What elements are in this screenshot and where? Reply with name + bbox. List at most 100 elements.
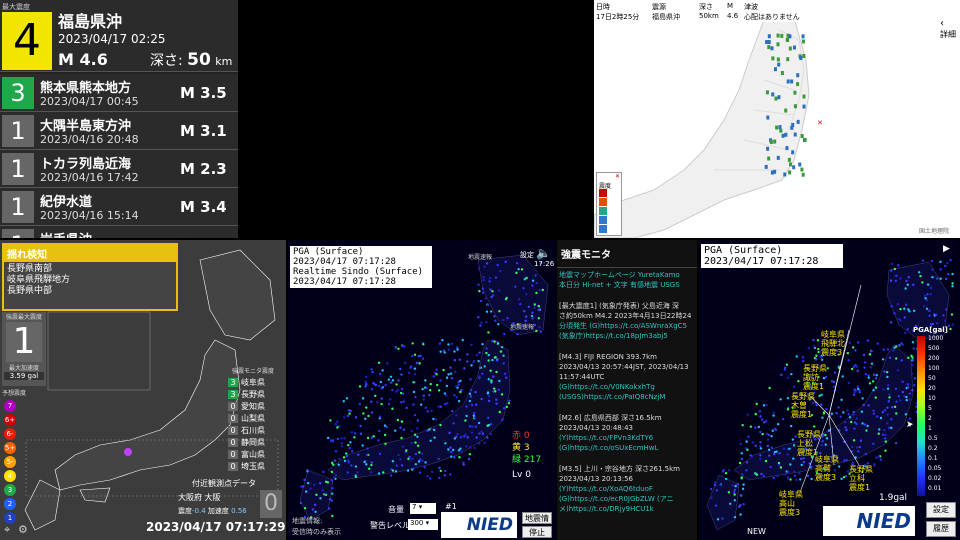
station-dot (531, 284, 534, 287)
station-dot (768, 386, 771, 390)
station-dot (421, 357, 425, 360)
station-dot (340, 437, 343, 440)
station-dot (944, 277, 948, 281)
intensity-marker (767, 34, 771, 39)
station-dot (483, 441, 486, 444)
warning-level-select[interactable]: 300 ▾ (408, 519, 438, 530)
station-dot (747, 435, 750, 438)
station-dot (429, 382, 432, 386)
quake-row[interactable]: 1 紀伊水道 2023/04/16 15:14 M 3.4 (0, 188, 238, 226)
settings-link[interactable]: 設定 (520, 250, 534, 260)
station-dot (486, 424, 489, 427)
detection-title: 揺れ検知 (4, 245, 176, 262)
station-dot (759, 447, 763, 450)
tweet-link[interactable]: (気象庁)https://t.co/18pJm3abj5 (559, 331, 695, 341)
chevron-down-icon: ▾ (418, 503, 423, 511)
station-dot (947, 324, 951, 327)
quake-row[interactable]: 1 トカラ列島近海 2023/04/16 17:42 M 2.3 (0, 150, 238, 188)
station-dot (365, 463, 368, 466)
history-button[interactable]: 履歴 (926, 521, 956, 537)
station-dot (931, 268, 934, 271)
kyoshin-monitor-panel: PGA (Surface) 2023/04/17 07:17:28 Realti… (288, 240, 556, 540)
station-dot (421, 459, 424, 462)
station-dot (801, 359, 805, 363)
stop-button[interactable]: 停止 (522, 526, 552, 538)
station-dot (894, 279, 898, 283)
tweet-link[interactable]: (G)https://t.co/V0NKokxhTg (559, 382, 695, 392)
tweet-link[interactable]: 地震マップホームページ YuretaKamo (559, 270, 695, 280)
quake-row[interactable]: 1 大隅半島東方沖 2023/04/16 20:48 M 3.1 (0, 112, 238, 150)
station-dot (336, 426, 339, 429)
tweet-feed-panel: 強震モニタ 地震マップホームページ YuretaKamo 本日分 Hi-net +… (557, 240, 697, 540)
pga-title-right: PGA (Surface) (704, 245, 783, 256)
tweet-link[interactable]: (Y)https://t.co/XoAQ6tduoF (559, 484, 695, 494)
station-dot (437, 405, 440, 408)
latest-quake-card[interactable]: 最大震度 4 福島県沖 2023/04/17 02:25 M 4.6 深さ: 5… (0, 0, 238, 72)
station-dot (457, 383, 460, 387)
tweet-link[interactable]: (G)https://t.co/ecR0JGbZLW (アニ (559, 494, 695, 504)
max-int-value: 1 (6, 322, 42, 362)
station-dot (340, 445, 344, 448)
intensity-marker (775, 125, 779, 130)
station-dot (790, 372, 793, 376)
station-dot (424, 379, 427, 382)
tweet-text: [M3.5] 上川・宗谷地方 深さ261.5km (559, 464, 680, 473)
gear-icon[interactable]: ⚙ (18, 523, 28, 536)
station-dot (482, 275, 485, 279)
station-label: 岐阜県 飛騨北 震度3 (821, 330, 845, 357)
tweet-link[interactable]: 本日分 Hi-net + 文字 有感地震 USGS (559, 280, 695, 290)
tweet-link[interactable]: (USGS)https://t.co/PaIQ8cNzjM (559, 392, 695, 402)
max-acc-label: 最大加速度 (8, 365, 39, 372)
station-dot (895, 412, 898, 415)
station-dot (485, 310, 489, 313)
station-dot (354, 474, 357, 477)
quake-row[interactable]: 1 岩手県沖 (0, 226, 238, 238)
volume-select[interactable]: 7 ▾ (410, 503, 436, 514)
station-dot (437, 476, 441, 480)
monitor-label: 強震モニタ震度 (232, 368, 275, 375)
legend-swatch (599, 225, 607, 233)
station-dot (399, 391, 403, 395)
station-dot (944, 264, 947, 268)
target-icon[interactable]: ⌖ (4, 523, 10, 537)
tweet-link[interactable]: (Y)https://t.co/FPVn3KdTY6 (559, 433, 695, 443)
scale-chip: 7 (4, 400, 16, 412)
station-dot (469, 445, 472, 449)
speaker-icon[interactable]: 🔈 (536, 246, 551, 260)
tweet-link[interactable]: 分頃発生 (G)https://t.co/ASWnraXgC5 (559, 321, 695, 331)
station-dot (810, 465, 813, 468)
intensity-marker (780, 70, 784, 75)
station-dot (851, 346, 855, 349)
station-dot (478, 432, 481, 435)
station-dot (874, 396, 877, 399)
footer-display-note: 受信時のみ表示 (292, 528, 341, 536)
station-dot (884, 449, 887, 452)
play-icon[interactable]: ▶ (943, 244, 950, 254)
pref-row: 0 愛知県 (228, 401, 265, 413)
quake-row[interactable]: 3 熊本県熊本地方 2023/04/17 00:45 M 3.5 (0, 74, 238, 112)
pga-scale-tick: 0.2 (928, 445, 938, 452)
station-label: 長野県 立科 震度1 (849, 465, 873, 492)
pref-intensity: 0 (228, 426, 238, 435)
nied-text: NIED (466, 515, 513, 535)
station-dot (772, 411, 775, 415)
station-dot (470, 364, 473, 367)
val-mag: 4.6 (727, 12, 739, 20)
station-dot (879, 458, 882, 461)
station-dot (895, 274, 898, 278)
map-credit: 国土地理院 (919, 227, 949, 235)
detail-button[interactable]: ‹ 詳細 (940, 18, 960, 48)
station-dot (376, 401, 379, 404)
settings-button[interactable]: 設定 (926, 502, 956, 518)
station-dot (389, 381, 393, 384)
station-dot (455, 414, 458, 417)
intensity-marker (767, 156, 771, 161)
station-dot (313, 503, 317, 507)
legend-close-icon[interactable]: ✕ (615, 173, 620, 180)
quake-info-button[interactable]: 地震情報 (522, 512, 552, 534)
intensity-marker (777, 62, 781, 67)
station-dot (350, 464, 353, 467)
station-dot (877, 432, 880, 435)
tweet-link[interactable]: (G)https://t.co/oSUxEcmHwL (559, 443, 695, 453)
tweet-link[interactable]: メ)https://t.co/DRjy9HCU1k (559, 504, 695, 514)
